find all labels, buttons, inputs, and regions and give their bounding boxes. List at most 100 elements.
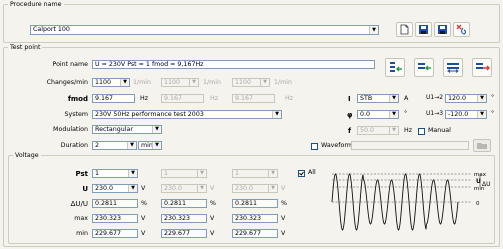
- insert-point-icon: [418, 63, 431, 71]
- u-value-3: 230.0: [235, 185, 254, 192]
- save-as-icon: [438, 25, 447, 34]
- new-document-button[interactable]: [396, 22, 413, 37]
- phi-select[interactable]: 0.0 ▼: [357, 110, 399, 119]
- du-unit-3: %: [281, 200, 287, 207]
- legend-zero: 0: [476, 201, 480, 207]
- fmod-input[interactable]: 9.167: [92, 94, 135, 103]
- system-select[interactable]: 230V 50Hz performance test 2003 ▼: [92, 110, 282, 119]
- current-value: STB: [360, 95, 373, 102]
- fmod-value-3: 9.167: [235, 95, 254, 102]
- duration-unit-select[interactable]: min ▼: [138, 141, 162, 150]
- waveform-path-input: [351, 141, 469, 150]
- pst-select-1[interactable]: 1 ▼: [92, 169, 138, 178]
- duration-select[interactable]: 2 ▼: [92, 141, 137, 150]
- du-unit-2: %: [210, 200, 216, 207]
- min-value-3: 229.677: [235, 230, 262, 237]
- max-value-1: 230.323: [95, 215, 122, 222]
- changes-select-3: 1100 ▼: [232, 78, 270, 87]
- folder-icon: [477, 143, 487, 149]
- chevron-down-icon: ▼: [189, 79, 198, 86]
- max-value-2: 230.323: [164, 215, 191, 222]
- min-output-2: 229.677: [161, 229, 207, 238]
- point-name-label: Point name: [52, 61, 89, 68]
- modulation-label: Modulation: [53, 126, 88, 133]
- chevron-down-icon: ▼: [128, 185, 137, 192]
- min-value-1: 229.677: [95, 230, 122, 237]
- voltage-legend: Voltage: [15, 152, 39, 159]
- chevron-down-icon: ▼: [272, 111, 281, 118]
- min-unit-3: V: [281, 230, 286, 237]
- delete-icon: [456, 24, 466, 35]
- chevron-down-icon: ▼: [268, 170, 277, 177]
- u-value-2: 230.0: [164, 185, 183, 192]
- fmod-input-3: 9.167: [232, 94, 275, 103]
- max-unit-3: V: [281, 215, 286, 222]
- u13-unit: °: [491, 110, 495, 117]
- du-value-1: 0.2811: [95, 200, 118, 207]
- insert-point-button[interactable]: [414, 58, 434, 77]
- procedure-select[interactable]: Calport 100 ▼: [30, 25, 379, 35]
- waveform-label: Waveform: [321, 142, 353, 149]
- pst-value-1: 1: [95, 170, 100, 177]
- phi-unit: °: [404, 110, 408, 117]
- fmod-input-2: 9.167: [161, 94, 204, 103]
- swap-point-button[interactable]: [443, 58, 463, 77]
- current-select[interactable]: STB ▼: [357, 94, 399, 103]
- point-name-input[interactable]: U = 230V Pst = 1 fmod = 9,167Hz: [92, 60, 375, 69]
- save-as-button[interactable]: [434, 22, 451, 37]
- import-point-button[interactable]: [385, 58, 405, 77]
- u-select-1[interactable]: 230.0 ▼: [92, 184, 138, 193]
- u-select-3: 230.0 ▼: [232, 184, 278, 193]
- frequency-value: 50.0: [360, 127, 375, 134]
- export-point-button[interactable]: [472, 58, 492, 77]
- u12-unit: °: [491, 94, 495, 101]
- changes-select[interactable]: 1100 ▼: [92, 78, 130, 87]
- waveform-checkbox[interactable]: [311, 143, 318, 150]
- manual-checkbox[interactable]: [418, 128, 425, 135]
- swap-point-icon: [447, 63, 459, 73]
- all-checkbox[interactable]: [298, 170, 305, 177]
- du-value-3: 0.2811: [235, 200, 258, 207]
- delete-procedure-button[interactable]: [453, 22, 470, 37]
- fmod-unit-2: Hz: [210, 95, 219, 102]
- u-label: U: [82, 185, 88, 193]
- du-value-2: 0.2811: [164, 200, 187, 207]
- changes-value-3: 1100: [235, 79, 252, 86]
- system-label: System: [64, 111, 88, 118]
- frequency-unit: Hz: [404, 127, 413, 134]
- u-value-1: 230.0: [95, 185, 114, 192]
- du-output-1: 0.2811: [92, 199, 138, 208]
- current-label: I: [348, 95, 351, 103]
- fmod-label: fmod: [67, 95, 88, 103]
- save-button[interactable]: [415, 22, 432, 37]
- fmod-value: 9.167: [95, 95, 114, 102]
- modulation-envelope: [331, 173, 481, 231]
- changes-unit: 1/min: [133, 79, 152, 86]
- du-unit-1: %: [141, 200, 147, 207]
- chevron-down-icon: ▼: [389, 111, 398, 118]
- phi-label: φ: [347, 111, 353, 119]
- chevron-down-icon: ▼: [389, 95, 398, 102]
- duration-value: 2: [95, 142, 100, 149]
- changes-unit-3: 1/min: [274, 79, 293, 86]
- min-unit-1: V: [141, 230, 146, 237]
- pst-value-3: 1: [235, 170, 240, 177]
- u13-label-text: U1→3: [426, 110, 444, 117]
- u12-select[interactable]: 120.0 ▼: [445, 94, 487, 103]
- pst-select-2: 1 ▼: [161, 169, 207, 178]
- modulation-waveform-illustration: max U min ΔU 0: [331, 172, 490, 231]
- system-value: 230V 50Hz performance test 2003: [95, 111, 204, 118]
- u13-select[interactable]: -120.0 ▼: [445, 110, 487, 119]
- changes-label: Changes/min: [46, 79, 88, 86]
- changes-unit-2: 1/min: [203, 79, 222, 86]
- modulation-select[interactable]: Rectangular ▼: [92, 125, 162, 134]
- max-output-1: 230.323: [92, 214, 138, 223]
- min-unit-2: V: [210, 230, 215, 237]
- min-output-1: 229.677: [92, 229, 138, 238]
- frequency-select: 50.0 ▼: [357, 126, 399, 135]
- du-output-3: 0.2811: [232, 199, 278, 208]
- export-point-icon: [476, 63, 490, 71]
- max-output-2: 230.323: [161, 214, 207, 223]
- modulation-value: Rectangular: [95, 126, 133, 133]
- chevron-down-icon: ▼: [260, 79, 269, 86]
